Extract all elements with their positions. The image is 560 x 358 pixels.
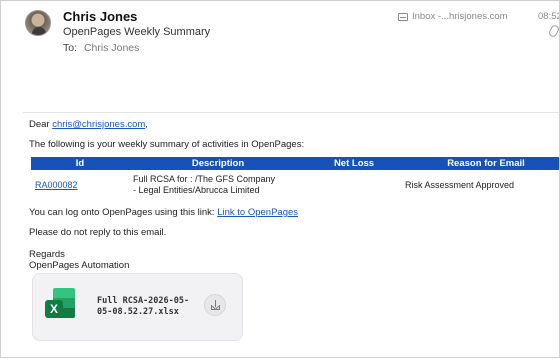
signature-text: OpenPages Automation — [29, 260, 130, 271]
column-header-description: Description — [129, 157, 307, 170]
email-header: Chris Jones OpenPages Weekly Summary To:… — [1, 1, 560, 113]
column-header-id: Id — [31, 157, 129, 170]
table-header-row: Id Description Net Loss Reason for Email — [31, 157, 559, 170]
greeting-suffix: , — [145, 119, 148, 130]
recipient-name[interactable]: Chris Jones — [84, 42, 139, 54]
attachment-filename-line-1: Full RCSA-2026-05- — [97, 296, 190, 306]
paperclip-icon — [547, 23, 559, 39]
inbox-icon — [398, 12, 408, 21]
email-subject: OpenPages Weekly Summary — [63, 26, 211, 38]
attachment-filename-line-2: 05-08.52.27.xlsx — [97, 307, 179, 317]
recipient-line: To: Chris Jones — [63, 42, 139, 54]
reason-cell: Risk Assessment Approved — [405, 180, 515, 190]
description-line-2: - Legal Entities/Abrucca Limited — [133, 185, 260, 195]
excel-badge: X — [45, 300, 63, 318]
greeting: Dear chris@chrisjones.com, — [29, 119, 148, 130]
net-loss-cell — [307, 170, 401, 200]
mailbox-indicator[interactable]: Inbox -...hrisjones.com — [398, 11, 508, 22]
description-cell: Full RCSA for : /The GFS Company - Legal… — [129, 170, 307, 200]
mailbox-label: Inbox -...hrisjones.com — [412, 11, 508, 22]
excel-icon: X — [45, 288, 75, 324]
email-window: Chris Jones OpenPages Weekly Summary To:… — [0, 0, 560, 358]
sender-name: Chris Jones — [63, 9, 138, 24]
regards-text: Regards — [29, 249, 65, 260]
column-header-reason: Reason for Email — [401, 157, 559, 170]
greeting-email-link[interactable]: chris@chrisjones.com — [52, 119, 145, 130]
to-label: To: — [63, 42, 78, 54]
header-divider — [23, 112, 559, 113]
logon-prefix: You can log onto OpenPages using this li… — [29, 207, 218, 218]
logon-text: You can log onto OpenPages using this li… — [29, 207, 298, 218]
greeting-prefix: Dear — [29, 119, 53, 130]
email-time: 08:52 — [538, 11, 560, 22]
openpages-link[interactable]: Link to OpenPages — [217, 207, 298, 218]
download-button[interactable] — [204, 294, 226, 316]
noreply-text: Please do not reply to this email. — [29, 227, 167, 238]
intro-text: The following is your weekly summary of … — [29, 139, 305, 150]
attachment-card[interactable]: X Full RCSA-2026-05- 05-08.52.27.xlsx — [32, 273, 243, 341]
sender-avatar — [25, 10, 51, 36]
download-arrow-icon — [215, 300, 217, 307]
description-line-1: Full RCSA for : /The GFS Company — [133, 174, 276, 184]
summary-table: Id Description Net Loss Reason for Email… — [31, 157, 559, 200]
table-row: RA000082 Full RCSA for : /The GFS Compan… — [31, 170, 559, 200]
attachment-filename: Full RCSA-2026-05- 05-08.52.27.xlsx — [97, 296, 207, 318]
record-id-link[interactable]: RA000082 — [35, 180, 78, 190]
id-cell: RA000082 — [31, 170, 129, 200]
column-header-net-loss: Net Loss — [307, 157, 401, 170]
